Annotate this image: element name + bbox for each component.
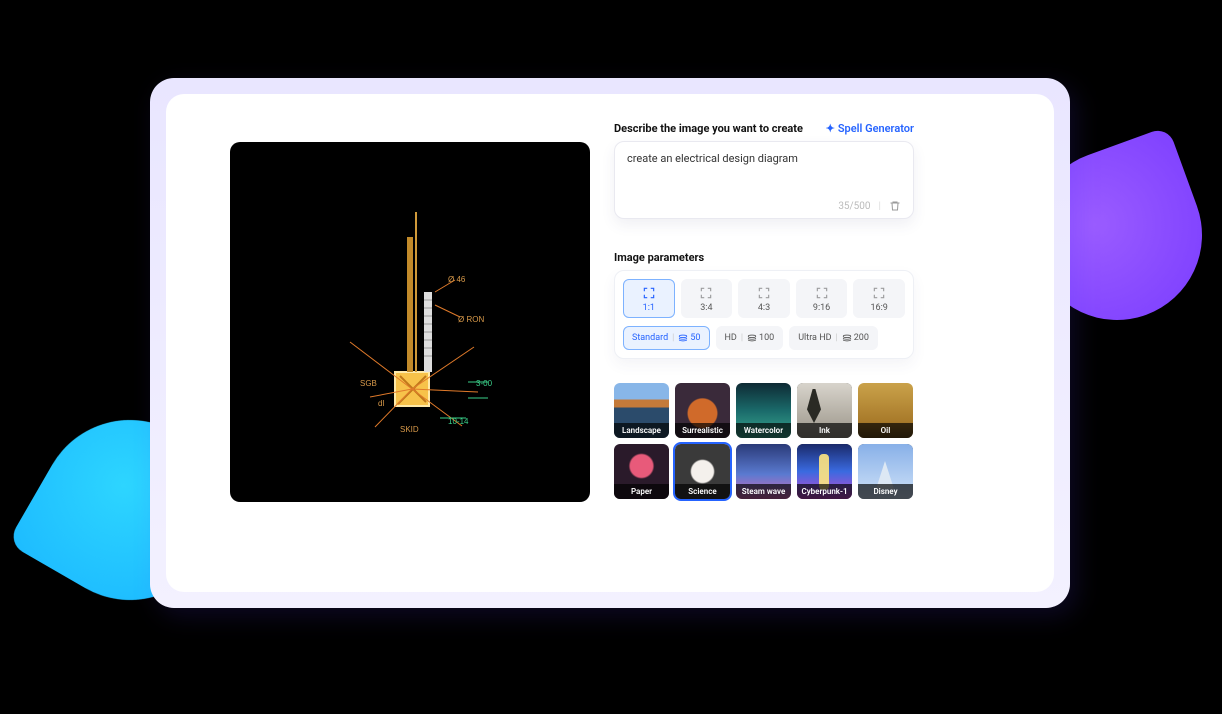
aspect-ratio-row: 1:1 3:4 4:3 9:16 16:9 — [623, 279, 905, 318]
credit-icon — [678, 333, 688, 343]
expand-icon — [757, 286, 771, 300]
style-label: Oil — [858, 423, 913, 438]
spell-generator-link[interactable]: ✦ Spell Generator — [826, 122, 914, 135]
prompt-box: 35/500 | — [614, 141, 914, 219]
expand-icon — [815, 286, 829, 300]
svg-text:Ø RON: Ø RON — [458, 315, 484, 324]
style-cyberpunk-1[interactable]: Cyberpunk-1 — [797, 444, 852, 499]
char-counter: 35/500 — [838, 201, 870, 212]
resolution-cost: 100 — [759, 333, 774, 343]
sparkle-icon: ✦ — [826, 122, 835, 135]
expand-icon — [872, 286, 886, 300]
resolution-label: HD — [725, 333, 737, 343]
aspect-ratio-label: 16:9 — [870, 303, 887, 313]
describe-section: Describe the image you want to create ✦ … — [614, 122, 914, 219]
image-parameters-section: Image parameters 1:1 3:4 4:3 9:16 16:9 Stand… — [614, 237, 914, 359]
svg-text:SGB: SGB — [360, 379, 377, 388]
prompt-input[interactable] — [627, 152, 901, 196]
style-label: Paper — [614, 484, 669, 499]
style-label: Science — [675, 484, 730, 499]
style-surrealistic[interactable]: Surrealistic — [675, 383, 730, 438]
app-frame: Ø 46 Ø RON SGB 3-00 10-14 SKID dl Descri… — [150, 78, 1070, 608]
describe-label: Describe the image you want to create — [614, 122, 803, 135]
image-parameters-title: Image parameters — [614, 251, 914, 264]
aspect-ratio-label: 3:4 — [700, 303, 712, 313]
app-card: Ø 46 Ø RON SGB 3-00 10-14 SKID dl Descri… — [166, 94, 1054, 592]
generated-image-preview: Ø 46 Ø RON SGB 3-00 10-14 SKID dl — [230, 142, 590, 502]
svg-text:3-00: 3-00 — [476, 379, 493, 388]
resolution-cost: 200 — [854, 333, 869, 343]
resolution-standard[interactable]: Standard|50 — [623, 326, 710, 350]
aspect-ratio-16-9[interactable]: 16:9 — [853, 279, 905, 318]
aspect-ratio-9-16[interactable]: 9:16 — [796, 279, 848, 318]
resolution-hd[interactable]: HD|100 — [716, 326, 784, 350]
trash-icon — [889, 200, 901, 212]
expand-icon — [699, 286, 713, 300]
credit-icon — [842, 333, 852, 343]
style-label: Landscape — [614, 423, 669, 438]
aspect-ratio-3-4[interactable]: 3:4 — [681, 279, 733, 318]
style-landscape[interactable]: Landscape — [614, 383, 669, 438]
controls-column: Describe the image you want to create ✦ … — [614, 122, 914, 564]
svg-text:Ø 46: Ø 46 — [448, 275, 466, 284]
style-grid: Landscape Surrealistic Watercolor Ink Oil Pap… — [614, 383, 914, 499]
style-ink[interactable]: Ink — [797, 383, 852, 438]
clear-prompt-button[interactable] — [889, 200, 901, 212]
svg-text:SKID: SKID — [400, 425, 419, 434]
style-steam-wave[interactable]: Steam wave — [736, 444, 791, 499]
style-oil[interactable]: Oil — [858, 383, 913, 438]
svg-text:10-14: 10-14 — [448, 417, 469, 426]
resolution-ultra-hd[interactable]: Ultra HD|200 — [789, 326, 878, 350]
preview-diagram: Ø 46 Ø RON SGB 3-00 10-14 SKID dl — [230, 142, 590, 502]
style-paper[interactable]: Paper — [614, 444, 669, 499]
style-label: Disney — [858, 484, 913, 499]
credit-icon — [747, 333, 757, 343]
expand-icon — [642, 286, 656, 300]
aspect-ratio-4-3[interactable]: 4:3 — [738, 279, 790, 318]
aspect-ratio-label: 1:1 — [643, 303, 655, 313]
style-label: Surrealistic — [675, 423, 730, 438]
resolution-cost: 50 — [690, 333, 700, 343]
resolution-label: Ultra HD — [798, 333, 831, 343]
style-label: Watercolor — [736, 423, 791, 438]
svg-text:dl: dl — [378, 399, 384, 408]
spell-generator-label: Spell Generator — [838, 122, 914, 135]
image-parameters-card: 1:13:44:39:1616:9 Standard|50HD|100Ultra… — [614, 270, 914, 359]
resolution-row: Standard|50HD|100Ultra HD|200 — [623, 326, 905, 350]
aspect-ratio-1-1[interactable]: 1:1 — [623, 279, 675, 318]
resolution-label: Standard — [632, 333, 668, 343]
style-label: Cyberpunk-1 — [797, 484, 852, 499]
aspect-ratio-label: 4:3 — [758, 303, 770, 313]
style-disney[interactable]: Disney — [858, 444, 913, 499]
style-watercolor[interactable]: Watercolor — [736, 383, 791, 438]
aspect-ratio-label: 9:16 — [813, 303, 830, 313]
style-label: Ink — [797, 423, 852, 438]
style-label: Steam wave — [736, 484, 791, 499]
style-science[interactable]: Science — [675, 444, 730, 499]
